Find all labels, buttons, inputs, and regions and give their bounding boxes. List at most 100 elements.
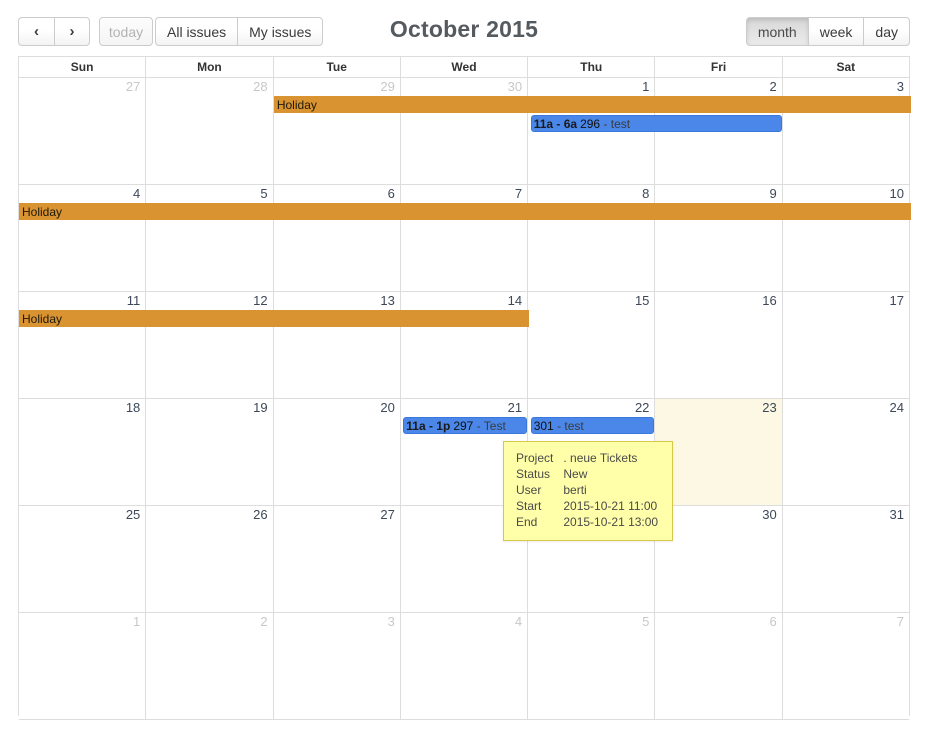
event-title: 296 - test	[580, 117, 631, 131]
day-number: 19	[253, 400, 268, 415]
view-week-button[interactable]: week	[807, 17, 864, 46]
calendar-weeks: 27 28 29 30 1 2 3 Holiday 11a - 6a 296 - test 4 5 6 7…	[19, 78, 911, 720]
weekday-header-sun: Sun	[19, 57, 147, 77]
calendar-week-row: 27 28 29 30 1 2 3 Holiday 11a - 6a 296 - test	[19, 78, 911, 185]
tooltip-row: Status New	[516, 466, 658, 482]
weekday-header-row: Sun Mon Tue Wed Thu Fri Sat	[19, 57, 909, 78]
day-number: 9	[769, 186, 777, 201]
tooltip-value: New	[563, 467, 588, 481]
day-number: 4	[133, 186, 141, 201]
day-number: 17	[889, 293, 904, 308]
day-number: 5	[642, 614, 650, 629]
day-number: 1	[133, 614, 141, 629]
day-number: 4	[514, 614, 523, 629]
day-number: 21	[507, 400, 523, 415]
view-day-button[interactable]: day	[863, 17, 910, 46]
tooltip-value: berti	[563, 483, 587, 497]
event-title: 301 - test	[533, 419, 584, 433]
weekday-header-thu: Thu	[528, 57, 656, 77]
day-number: 7	[896, 614, 904, 629]
day-number: 8	[642, 186, 650, 201]
event-title: 297 - Test	[453, 419, 506, 433]
event-tooltip: Project. neue Tickets Status New User berti S…	[503, 441, 673, 541]
event-subject: - test	[600, 117, 631, 131]
calendar-app: ‹ › today All issues My issues October 2…	[0, 0, 928, 732]
calendar-week-row: 11 12 13 14 15 16 17 Holiday	[19, 292, 909, 399]
event-title: Holiday	[276, 98, 317, 112]
weekday-header-wed: Wed	[401, 57, 529, 77]
day-number: 1	[642, 79, 650, 94]
weekday-header-mon: Mon	[146, 57, 274, 77]
tooltip-value: 2015-10-21 11:00	[563, 499, 658, 513]
calendar-week-row: 18 19 20 21 22 23 24 11a - 1p 297 - Test 301 - te…	[19, 399, 909, 506]
calendar-week-row: 25262728293031	[19, 506, 909, 613]
day-number: 31	[889, 507, 904, 522]
day-number: 30	[507, 79, 523, 94]
weekday-header-tue: Tue	[274, 57, 401, 77]
event-layer: 11a - 1p 297 - Test 301 - test	[19, 417, 909, 505]
event-issue-297[interactable]: 11a - 1p 297 - Test	[403, 417, 527, 434]
day-number: 6	[769, 614, 777, 629]
event-time: 11a - 1p	[406, 419, 451, 433]
tooltip-row: Start 2015-10-21 11:00	[516, 498, 658, 514]
tooltip-row: User berti	[516, 482, 658, 498]
calendar-toolbar: ‹ › today All issues My issues October 2…	[0, 0, 928, 56]
day-number: 27	[380, 507, 395, 522]
day-number: 15	[634, 293, 650, 308]
event-issue-296[interactable]: 11a - 6a 296 - test	[530, 115, 782, 132]
day-number: 13	[380, 293, 395, 308]
event-layer: Holiday 11a - 6a 296 - test	[19, 96, 911, 184]
day-number: 16	[762, 293, 777, 308]
tooltip-key: Project	[516, 451, 554, 465]
day-number: 11	[126, 293, 141, 308]
day-number: 7	[514, 186, 523, 201]
event-layer: Holiday	[19, 310, 909, 398]
day-number: 22	[634, 400, 650, 415]
event-subject: - Test	[473, 419, 506, 433]
event-holiday[interactable]: Holiday	[19, 310, 529, 327]
day-number: 27	[125, 79, 141, 94]
event-title: Holiday	[22, 312, 63, 326]
day-number: 28	[253, 79, 268, 94]
day-number: 3	[896, 79, 904, 94]
calendar-week-row: 1 2 3 4 5 6 7	[19, 613, 909, 720]
tooltip-table: Project. neue Tickets Status New User berti S…	[516, 450, 658, 530]
event-issue-301[interactable]: 301 - test	[530, 417, 655, 434]
view-switch-group: month week day	[745, 17, 910, 46]
day-number: 2	[260, 614, 268, 629]
day-number: 25	[125, 507, 141, 522]
event-subject: - test	[553, 419, 584, 433]
day-number: 30	[762, 507, 777, 522]
day-number: 2	[769, 79, 777, 94]
event-holiday[interactable]: Holiday	[19, 203, 911, 220]
day-number: 6	[387, 186, 395, 201]
event-time: 11a - 6a	[533, 117, 578, 131]
tooltip-key: Status	[516, 467, 551, 481]
day-number: 14	[507, 293, 523, 308]
view-month-button[interactable]: month	[745, 17, 808, 46]
day-number: 5	[260, 186, 268, 201]
day-number: 10	[889, 186, 904, 201]
day-number: 3	[387, 614, 395, 629]
tooltip-row: Project . neue Tickets	[516, 450, 658, 466]
calendar-week-row: 4 5 6 7 8 9 10 Holiday	[19, 185, 911, 292]
event-layer: Holiday	[19, 203, 911, 291]
day-number: 26	[253, 507, 268, 522]
tooltip-row: End 2015-10-21 13:00	[516, 514, 658, 530]
day-number: 24	[889, 400, 904, 415]
day-number: 20	[380, 400, 395, 415]
tooltip-value: . neue Tickets	[563, 451, 638, 465]
event-holiday[interactable]: Holiday	[273, 96, 911, 113]
event-layer	[19, 631, 909, 719]
day-number: 23	[762, 400, 777, 415]
weekday-header-sat: Sat	[836, 60, 856, 74]
day-number: 29	[380, 79, 395, 94]
tooltip-key: Start	[516, 499, 542, 513]
weekday-header-fri: Fri	[655, 57, 783, 77]
tooltip-key: End	[516, 515, 538, 529]
tooltip-key: User	[516, 483, 542, 497]
day-number: 18	[125, 400, 141, 415]
day-number: 12	[253, 293, 268, 308]
event-layer	[19, 524, 909, 612]
calendar-grid: Sun Mon Tue Wed Thu Fri Sat 27 28 29 30 1 2 3 Holiday…	[18, 56, 911, 720]
